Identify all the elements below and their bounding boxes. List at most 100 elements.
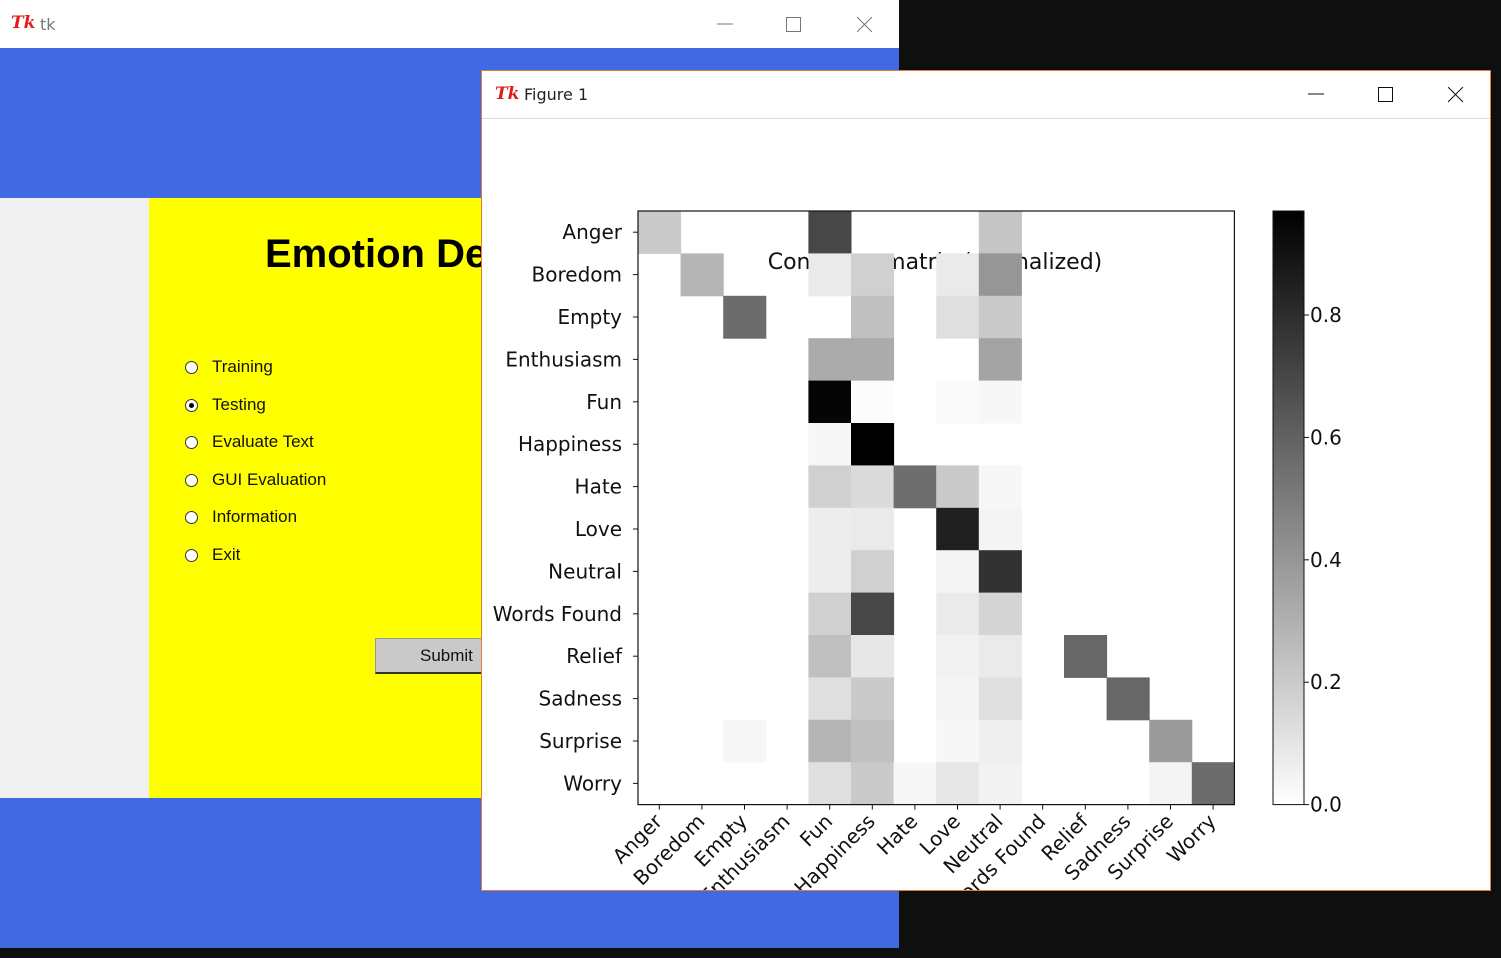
app-heading: Emotion De	[265, 232, 488, 276]
y-tick-label: Happiness	[518, 432, 622, 456]
heatmap-cell	[978, 338, 1022, 382]
figure-close-button[interactable]	[1433, 79, 1479, 109]
heatmap-cell	[808, 423, 852, 466]
heatmap-cell	[936, 507, 980, 551]
heatmap-cell	[1149, 719, 1193, 763]
colorbar-tick-label: 0.2	[1310, 670, 1342, 694]
heatmap-cell	[851, 295, 895, 339]
heatmap-cell	[851, 677, 895, 721]
heatmap-cell	[978, 550, 1022, 594]
y-tick-label: Anger	[562, 220, 622, 244]
close-button[interactable]	[842, 9, 888, 39]
figure-minimize-button[interactable]	[1293, 79, 1339, 109]
heatmap-cell	[1064, 635, 1108, 678]
close-icon	[857, 17, 873, 33]
heatmap-cell	[893, 762, 937, 806]
radio-testing[interactable]	[185, 399, 198, 412]
heatmap-cell	[978, 211, 1022, 254]
radio-information[interactable]	[185, 511, 198, 524]
radio-training[interactable]	[185, 361, 198, 374]
heatmap-cell	[851, 719, 895, 763]
heatmap-cell	[808, 592, 852, 636]
heatmap-cell	[1191, 762, 1235, 806]
minimize-button[interactable]	[702, 9, 748, 39]
heatmap-cell	[893, 465, 937, 509]
minimize-icon	[1308, 93, 1324, 95]
x-tick-label: Happiness	[789, 809, 880, 890]
heatmap-cell	[936, 465, 980, 509]
y-tick-label: Relief	[566, 644, 623, 668]
y-tick-label: Words Found	[493, 602, 622, 626]
maximize-icon	[786, 17, 801, 32]
heatmap-cell	[808, 635, 852, 678]
colorbar-tick-label: 0.0	[1310, 793, 1342, 817]
heatmap-cell	[808, 380, 852, 424]
heatmap-cell	[851, 550, 895, 594]
maximize-icon	[1378, 87, 1393, 102]
heatmap-cell	[978, 253, 1022, 297]
confusion-matrix-chart: Confusion matrix (normalized) AngerBored…	[493, 210, 1342, 890]
heatmap-cell	[851, 465, 895, 509]
maximize-button[interactable]	[771, 9, 817, 39]
tk-logo-icon: Tk	[495, 84, 520, 104]
x-tick-label: Worry	[1162, 809, 1221, 868]
heatmap-cell	[978, 465, 1022, 509]
heatmap-cell	[851, 592, 895, 636]
main-titlebar: Tk tk	[0, 0, 899, 48]
heatmap-cell	[936, 677, 980, 721]
y-tick-label: Surprise	[539, 729, 622, 753]
option-label: GUI Evaluation	[212, 470, 327, 489]
heatmap-cell	[808, 211, 852, 254]
y-tick-label: Boredom	[532, 263, 622, 287]
heatmap-cell	[808, 762, 852, 806]
y-tick-label: Empty	[558, 305, 623, 329]
heatmap-cell	[808, 465, 852, 509]
heatmap-cell	[936, 550, 980, 594]
window-title: tk	[40, 15, 56, 34]
colorbar-tick-label: 0.6	[1310, 425, 1342, 449]
option-label: Exit	[212, 545, 241, 564]
heatmap-cell	[978, 719, 1022, 763]
x-tick-label: Hate	[872, 809, 923, 860]
heatmap-cell	[851, 635, 895, 678]
heatmap-cell	[851, 253, 895, 297]
radio-exit[interactable]	[185, 549, 198, 562]
close-icon	[1448, 87, 1464, 103]
heatmap-cell	[978, 295, 1022, 339]
option-label: Information	[212, 507, 298, 526]
heatmap-cell	[978, 380, 1022, 424]
heatmap-cell	[808, 677, 852, 721]
radio-gui-evaluation[interactable]	[185, 474, 198, 487]
y-tick-label: Love	[575, 517, 622, 541]
heatmap-cell	[851, 762, 895, 806]
tk-logo-icon: Tk	[11, 13, 36, 33]
heatmap-cell	[808, 719, 852, 763]
y-tick-label: Neutral	[548, 559, 622, 583]
heatmap-cell	[1149, 762, 1193, 806]
heatmap-cell	[851, 507, 895, 551]
heatmap-cell	[680, 253, 724, 297]
heatmap-cell	[808, 253, 852, 297]
colorbar	[1272, 210, 1305, 806]
heatmap-cell	[723, 719, 767, 763]
option-label: Evaluate Text	[212, 432, 314, 451]
heatmap-cell	[936, 295, 980, 339]
heatmap-cell	[851, 380, 895, 424]
heatmap-cell	[723, 295, 767, 339]
heatmap-cell	[978, 592, 1022, 636]
heatmap-cell	[978, 677, 1022, 721]
y-tick-label: Fun	[586, 390, 622, 414]
figure-title: Figure 1	[524, 85, 589, 104]
option-label: Training	[212, 357, 273, 376]
heatmap-cell	[978, 635, 1022, 678]
radio-evaluate-text[interactable]	[185, 436, 198, 449]
figure-maximize-button[interactable]	[1363, 79, 1409, 109]
y-tick-label: Worry	[563, 771, 622, 795]
heatmap-cell	[808, 507, 852, 551]
heatmap-cell	[978, 762, 1022, 806]
colorbar-tick-label: 0.4	[1310, 548, 1342, 572]
option-label: Testing	[212, 395, 266, 414]
heatmap-cell	[936, 592, 980, 636]
heatmap-cell	[936, 253, 980, 297]
colorbar-tick-label: 0.8	[1310, 303, 1342, 327]
